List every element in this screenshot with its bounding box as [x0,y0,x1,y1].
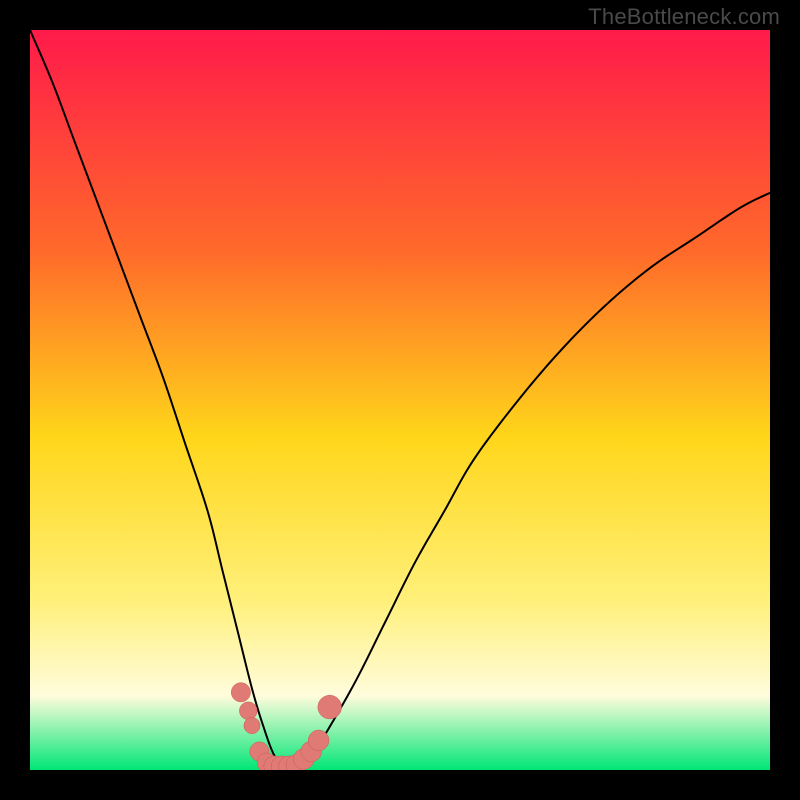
curve-marker [308,730,329,751]
chart-frame: TheBottleneck.com [0,0,800,800]
curve-marker [239,702,257,720]
plot-area [30,30,770,770]
curve-marker [318,695,342,719]
watermark-text: TheBottleneck.com [588,4,780,30]
curve-marker [231,683,250,702]
gradient-background [30,30,770,770]
chart-svg [30,30,770,770]
curve-marker [244,717,260,733]
